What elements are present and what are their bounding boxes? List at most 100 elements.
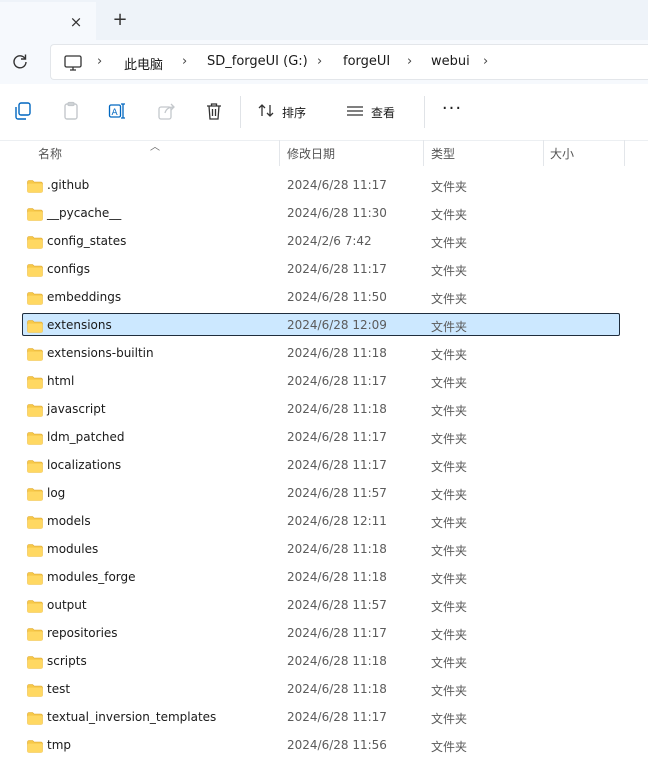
file-row[interactable]: models 2024/6/28 12:11 文件夹 [0, 508, 648, 536]
file-type: 文件夹 [431, 628, 468, 642]
crumb-drive[interactable]: SD_forgeUI (G:) [207, 54, 308, 69]
file-row[interactable]: log 2024/6/28 11:57 文件夹 [0, 480, 648, 508]
file-name: test [47, 682, 71, 696]
file-date: 2024/6/28 11:18 [287, 682, 387, 696]
folder-icon [27, 626, 43, 641]
file-row[interactable]: textual_inversion_templates 2024/6/28 11:… [0, 704, 648, 732]
file-name: log [47, 486, 66, 500]
sort-button[interactable]: 排序 [282, 104, 306, 121]
file-date: 2024/6/28 11:18 [287, 402, 387, 416]
sort-up-icon: ︿ [150, 142, 160, 153]
new-tab-icon[interactable]: + [108, 8, 132, 32]
trash-icon[interactable] [203, 100, 225, 124]
active-tab[interactable]: × [0, 2, 96, 40]
file-type: 文件夹 [431, 684, 468, 698]
file-row[interactable]: javascript 2024/6/28 11:18 文件夹 [0, 396, 648, 424]
file-name: scripts [47, 654, 87, 668]
copy-icon[interactable] [12, 100, 34, 124]
file-name: .github [47, 178, 90, 192]
file-row[interactable]: output 2024/6/28 11:57 文件夹 [0, 592, 648, 620]
file-type: 文件夹 [431, 432, 468, 446]
file-name: extensions-builtin [47, 346, 154, 360]
file-row[interactable]: extensions-builtin 2024/6/28 11:18 文件夹 [0, 340, 648, 368]
crumb-forgeui[interactable]: forgeUI [343, 54, 390, 69]
file-name: modules [47, 542, 99, 556]
more-options-icon[interactable]: ··· [440, 98, 464, 122]
file-date: 2024/6/28 11:30 [287, 206, 387, 220]
tab-bar: × + [0, 0, 648, 40]
column-divider[interactable] [543, 140, 544, 166]
file-date: 2024/6/28 11:17 [287, 458, 387, 472]
close-tab-icon[interactable]: × [64, 10, 88, 34]
file-type: 文件夹 [431, 348, 468, 362]
folder-icon [27, 206, 43, 221]
file-type: 文件夹 [431, 712, 468, 726]
sort-icon[interactable] [256, 100, 276, 124]
file-row[interactable]: embeddings 2024/6/28 11:50 文件夹 [0, 284, 648, 312]
file-name: output [47, 598, 87, 612]
column-date[interactable]: 修改日期 [287, 145, 335, 162]
computer-icon[interactable] [63, 53, 83, 73]
column-divider[interactable] [624, 140, 625, 166]
file-date: 2024/6/28 11:57 [287, 486, 387, 500]
view-button[interactable]: 查看 [371, 104, 395, 121]
file-type: 文件夹 [431, 320, 468, 334]
chevron-right-icon[interactable]: › [317, 54, 322, 69]
file-row[interactable]: modules 2024/6/28 11:18 文件夹 [0, 536, 648, 564]
view-icon[interactable] [346, 100, 364, 124]
file-row[interactable]: localizations 2024/6/28 11:17 文件夹 [0, 452, 648, 480]
paste-icon[interactable] [60, 100, 82, 124]
column-header: ︿ 名称 修改日期 类型 大小 [0, 140, 648, 168]
file-row[interactable]: .github 2024/6/28 11:17 文件夹 [0, 172, 648, 200]
file-name: localizations [47, 458, 122, 472]
file-name: javascript [47, 402, 106, 416]
address-bar: › 此电脑 › SD_forgeUI (G:) › forgeUI › webu… [0, 40, 648, 84]
column-divider[interactable] [423, 140, 424, 166]
share-icon[interactable] [156, 100, 178, 124]
chevron-right-icon[interactable]: › [483, 54, 488, 69]
file-date: 2024/6/28 11:17 [287, 178, 387, 192]
file-date: 2024/6/28 11:17 [287, 710, 387, 724]
file-row[interactable]: scripts 2024/6/28 11:18 文件夹 [0, 648, 648, 676]
folder-icon [27, 234, 43, 249]
file-row[interactable]: test 2024/6/28 11:18 文件夹 [0, 676, 648, 704]
file-row[interactable]: repositories 2024/6/28 11:17 文件夹 [0, 620, 648, 648]
file-row[interactable]: modules_forge 2024/6/28 11:18 文件夹 [0, 564, 648, 592]
chevron-right-icon[interactable]: › [407, 54, 412, 69]
file-row[interactable]: ldm_patched 2024/6/28 11:17 文件夹 [0, 424, 648, 452]
file-row[interactable]: tmp 2024/6/28 11:56 文件夹 [0, 732, 648, 760]
file-type: 文件夹 [431, 740, 468, 754]
file-date: 2024/6/28 11:17 [287, 374, 387, 388]
file-type: 文件夹 [431, 236, 468, 250]
file-row[interactable]: configs 2024/6/28 11:17 文件夹 [0, 256, 648, 284]
file-date: 2024/6/28 11:17 [287, 626, 387, 640]
file-date: 2024/6/28 11:56 [287, 738, 387, 752]
file-type: 文件夹 [431, 404, 468, 418]
crumb-this-pc[interactable]: 此电脑 [124, 54, 163, 73]
folder-icon [27, 318, 43, 333]
column-size[interactable]: 大小 [550, 145, 574, 162]
file-name: repositories [47, 626, 118, 640]
file-row[interactable]: html 2024/6/28 11:17 文件夹 [0, 368, 648, 396]
file-name: config_states [47, 234, 127, 248]
file-row[interactable]: config_states 2024/2/6 7:42 文件夹 [0, 228, 648, 256]
folder-icon [27, 178, 43, 193]
chevron-right-icon[interactable]: › [182, 54, 187, 69]
column-name[interactable]: 名称 [38, 145, 62, 162]
file-row[interactable]: __pycache__ 2024/6/28 11:30 文件夹 [0, 200, 648, 228]
column-divider[interactable] [279, 140, 280, 166]
folder-icon [27, 374, 43, 389]
chevron-right-icon[interactable]: › [97, 54, 102, 69]
file-row[interactable]: extensions 2024/6/28 12:09 文件夹 [0, 312, 648, 340]
refresh-icon[interactable] [8, 50, 32, 74]
rename-icon[interactable]: A [107, 100, 129, 124]
file-type: 文件夹 [431, 488, 468, 502]
file-type: 文件夹 [431, 264, 468, 278]
crumb-webui[interactable]: webui [431, 54, 470, 69]
breadcrumb[interactable]: › 此电脑 › SD_forgeUI (G:) › forgeUI › webu… [50, 44, 648, 80]
file-name: textual_inversion_templates [47, 710, 217, 724]
file-date: 2024/2/6 7:42 [287, 234, 372, 248]
file-name: tmp [47, 738, 72, 752]
column-type[interactable]: 类型 [431, 145, 455, 162]
file-type: 文件夹 [431, 572, 468, 586]
